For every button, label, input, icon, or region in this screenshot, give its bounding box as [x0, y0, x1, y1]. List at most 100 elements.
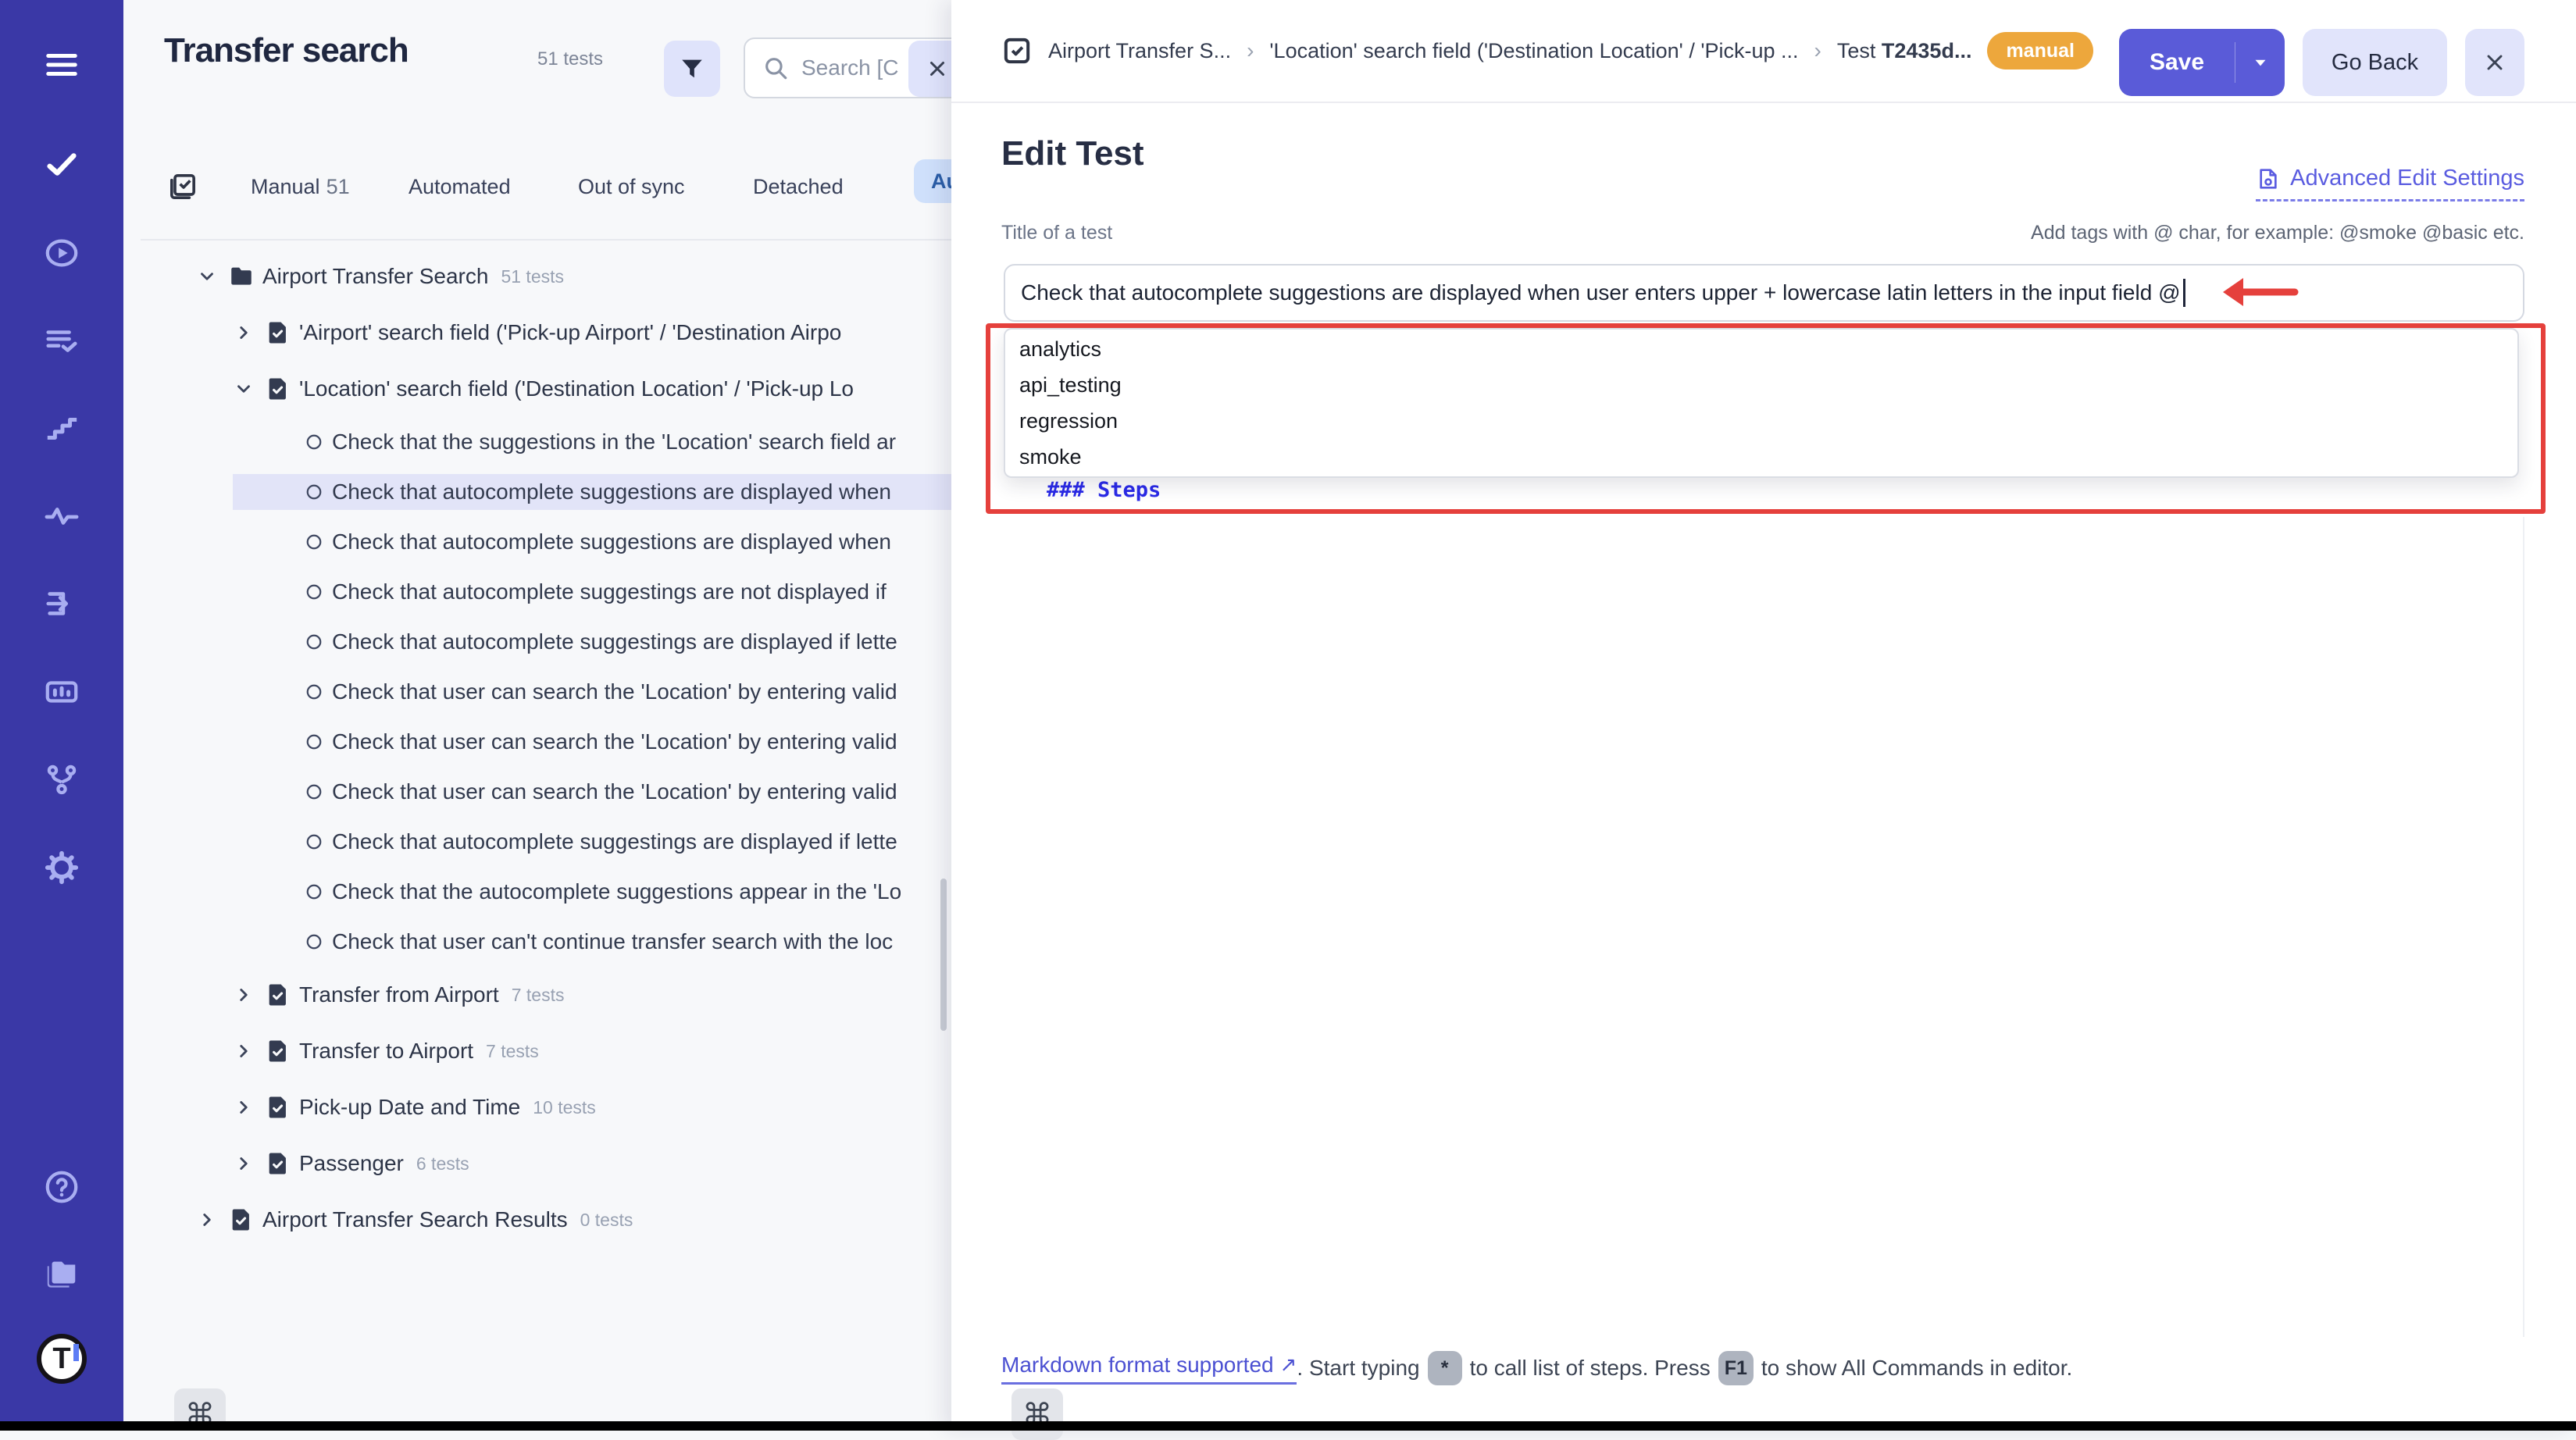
bar-chart-icon[interactable]	[40, 670, 84, 714]
help-icon[interactable]	[40, 1165, 84, 1209]
tree-row[interactable]: Airport Transfer Search 51 tests	[123, 248, 951, 305]
page-title: Transfer search	[164, 31, 409, 70]
tree-row-count: 7 tests	[486, 1041, 539, 1062]
list-check-icon[interactable]	[40, 319, 84, 363]
tests-count: 51 tests	[537, 48, 603, 70]
branch-icon[interactable]	[40, 757, 84, 801]
funnel-icon	[679, 55, 705, 82]
node-icon	[305, 627, 332, 657]
tag-option[interactable]: smoke	[1005, 439, 2517, 475]
command-key-badge[interactable]: ⌘	[1011, 1388, 1063, 1440]
close-icon	[926, 57, 949, 80]
tree-row[interactable]: Check that autocomplete suggestions are …	[123, 517, 951, 567]
tree-row[interactable]: Check that autocomplete suggestings are …	[123, 817, 951, 867]
tree-row[interactable]: 'Airport' search field ('Pick-up Airport…	[123, 305, 951, 361]
checkbox-doc-icon	[1001, 35, 1033, 66]
automation-chip[interactable]: Aut	[914, 159, 951, 203]
asterisk-key-badge: *	[1428, 1351, 1462, 1385]
chevron-icon[interactable]	[197, 265, 228, 288]
node-icon	[265, 1149, 299, 1178]
avatar[interactable]: T	[37, 1334, 87, 1384]
tree-row-label: Check that autocomplete suggestings are …	[332, 579, 887, 604]
node-icon	[305, 427, 332, 457]
sign-in-icon[interactable]	[40, 582, 84, 626]
manual-badge: manual	[1987, 32, 2093, 70]
screen-bottom-strip	[0, 1421, 2576, 1431]
tree-row[interactable]: Check that user can search the 'Location…	[123, 767, 951, 817]
advanced-edit-settings-link[interactable]: Advanced Edit Settings	[2256, 166, 2524, 201]
tree-row-label: Check that the autocomplete suggestions …	[332, 879, 901, 904]
tag-option[interactable]: analytics	[1005, 331, 2517, 367]
steps-icon[interactable]	[40, 407, 84, 451]
breadcrumb-test[interactable]: Test T2435d...	[1837, 39, 1972, 63]
tag-option[interactable]: api_testing	[1005, 367, 2517, 403]
tab-out-of-sync[interactable]: Out of sync	[578, 175, 685, 199]
tree-row-label: Check that user can search the 'Location…	[332, 679, 897, 704]
chevron-right-icon: ›	[1814, 38, 1821, 63]
gear-icon[interactable]	[40, 846, 84, 889]
chevron-icon[interactable]	[234, 1152, 265, 1175]
tree-row-count: 7 tests	[512, 985, 565, 1006]
search-icon	[762, 55, 789, 81]
projects-icon[interactable]	[40, 1252, 84, 1296]
chevron-icon[interactable]	[234, 321, 265, 344]
tree-row[interactable]: Airport Transfer Search Results 0 tests	[123, 1192, 951, 1248]
tree-row[interactable]: Check that user can't continue transfer …	[123, 917, 951, 967]
test-title-input[interactable]: Check that autocomplete suggestions are …	[1004, 264, 2524, 322]
tree-scrollbar[interactable]	[940, 879, 947, 1031]
tree-row[interactable]: Transfer to Airport 7 tests	[123, 1023, 951, 1079]
chevron-icon[interactable]	[197, 1208, 228, 1231]
tree-row[interactable]: Check that the autocomplete suggestions …	[123, 867, 951, 917]
tree-row[interactable]: Check that user can search the 'Location…	[123, 717, 951, 767]
chevron-icon[interactable]	[234, 1039, 265, 1063]
node-icon	[305, 777, 332, 807]
select-all-icon[interactable]	[167, 171, 198, 202]
app-sidebar: T	[0, 0, 123, 1431]
editor-footer-hint: Markdown format supported ↗ . Start typi…	[1001, 1351, 2072, 1385]
chevron-icon[interactable]	[234, 377, 265, 401]
activity-icon[interactable]	[40, 494, 84, 537]
save-button[interactable]: Save	[2119, 29, 2285, 96]
node-icon	[265, 1092, 299, 1122]
tree-row[interactable]: Check that autocomplete suggestings are …	[123, 617, 951, 667]
app-root: T Transfer search 51 tests Manual51 Auto…	[0, 0, 2576, 1431]
edit-test-heading: Edit Test	[1001, 134, 1144, 173]
tree-row[interactable]: 'Location' search field ('Destination Lo…	[123, 361, 951, 417]
node-icon	[305, 577, 332, 607]
tag-option[interactable]: regression	[1005, 403, 2517, 439]
tree-row-count: 51 tests	[501, 266, 564, 287]
tree-row[interactable]: Check that autocomplete suggestings are …	[123, 567, 951, 617]
tab-manual[interactable]: Manual51	[251, 175, 350, 199]
tree-row[interactable]: Check that autocomplete suggestions are …	[123, 467, 951, 517]
external-link-icon: ↗	[1280, 1353, 1297, 1377]
check-icon[interactable]	[40, 142, 84, 186]
node-icon	[265, 318, 299, 348]
markdown-supported-link[interactable]: Markdown format supported ↗	[1001, 1353, 1297, 1385]
go-back-button[interactable]: Go Back	[2303, 29, 2447, 96]
tree-row[interactable]: Passenger 6 tests	[123, 1135, 951, 1192]
tree-row-label: Airport Transfer Search Results	[262, 1207, 568, 1232]
filter-button[interactable]	[664, 41, 720, 97]
node-icon	[305, 877, 332, 907]
title-field-label: Title of a test	[1001, 222, 1112, 244]
tree-row[interactable]: Check that user can search the 'Location…	[123, 667, 951, 717]
node-icon	[305, 677, 332, 707]
markdown-steps-line[interactable]: ### Steps	[1047, 478, 1161, 502]
tab-detached[interactable]: Detached	[753, 175, 844, 199]
node-icon	[305, 727, 332, 757]
tab-automated[interactable]: Automated	[409, 175, 511, 199]
breadcrumb-suite[interactable]: 'Location' search field ('Destination Lo…	[1269, 39, 1798, 63]
close-panel-button[interactable]	[2465, 29, 2524, 96]
chevron-down-icon[interactable]	[2235, 42, 2285, 83]
chevron-icon[interactable]	[234, 1096, 265, 1119]
tree-row-count: 10 tests	[533, 1097, 596, 1118]
tree-row[interactable]: Transfer from Airport 7 tests	[123, 967, 951, 1023]
breadcrumb-project[interactable]: Airport Transfer S...	[1048, 39, 1231, 63]
play-circle-icon[interactable]	[40, 231, 84, 275]
tree-row[interactable]: Pick-up Date and Time 10 tests	[123, 1079, 951, 1135]
tree-row[interactable]: Check that the suggestions in the 'Locat…	[123, 417, 951, 467]
menu-icon[interactable]	[40, 43, 84, 87]
tree-row-label: 'Location' search field ('Destination Lo…	[299, 376, 854, 401]
chevron-icon[interactable]	[234, 983, 265, 1007]
clear-search-button[interactable]	[908, 41, 951, 97]
